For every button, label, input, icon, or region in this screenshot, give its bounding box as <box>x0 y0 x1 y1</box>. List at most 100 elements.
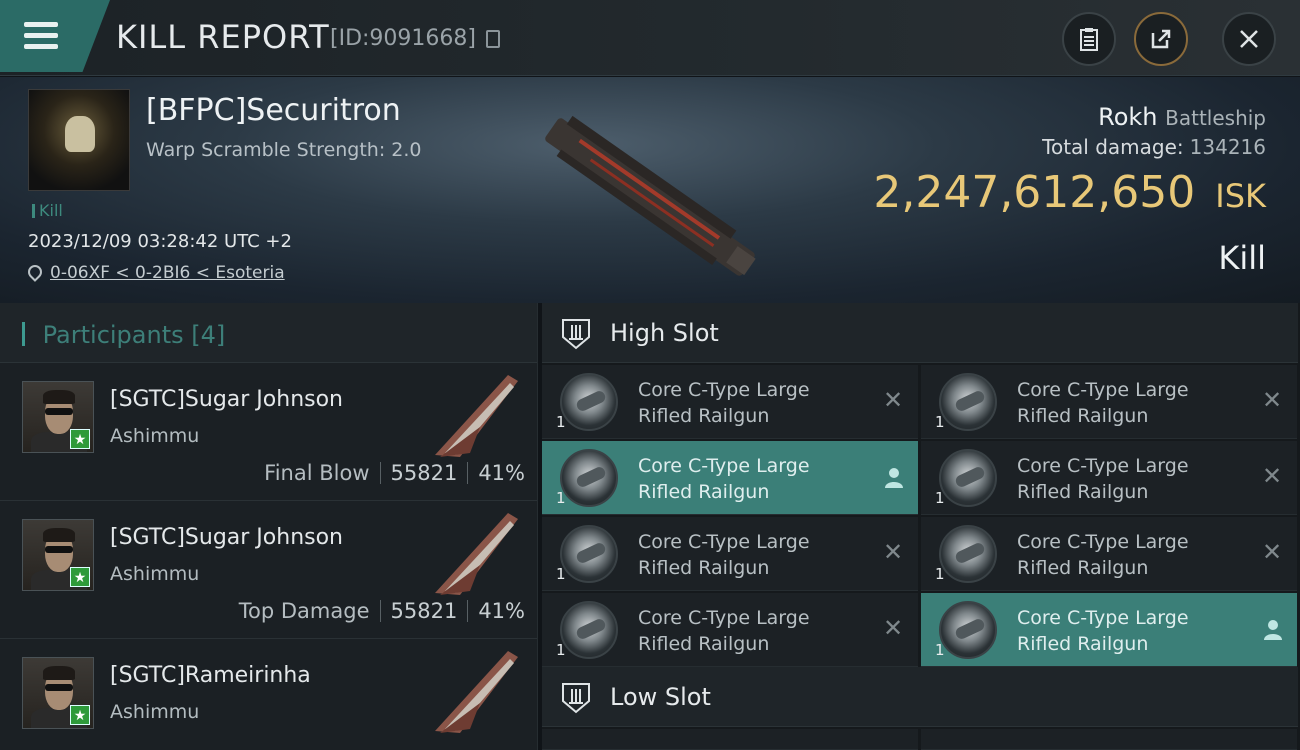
share-button[interactable] <box>1134 12 1188 66</box>
module-item[interactable]: 1 Core C-Type Large Rifled Railgun <box>542 441 918 515</box>
avatar-hair <box>43 390 75 404</box>
kill-location[interactable]: 0-06XF < 0-2BI6 < Esoteria <box>25 262 285 283</box>
location-link[interactable]: 0-06XF < 0-2BI6 < Esoteria <box>50 263 285 283</box>
avatar-glasses <box>45 408 73 415</box>
participant-row[interactable]: ★ [SGTC]Rameirinha Ashimmu <box>0 639 537 750</box>
low-slot-header: Low Slot <box>542 667 1298 727</box>
ship-name: Rokh <box>1098 103 1158 131</box>
participant-row[interactable]: ★ [SGTC]Sugar Johnson Ashimmu Final Blow… <box>0 363 537 501</box>
module-quantity: 1 <box>556 565 566 583</box>
close-button[interactable] <box>1222 12 1276 66</box>
victim-panel: [BFPC]Securitron Warp Scramble Strength:… <box>0 77 1300 303</box>
high-slot-label: High Slot <box>610 319 719 347</box>
portrait-visor <box>65 116 95 152</box>
destroyed-icon: ✕ <box>1261 462 1283 490</box>
page-title: KILL REPORT <box>116 18 330 56</box>
high-slot-icon <box>562 319 590 350</box>
participant-damage: 55821 <box>390 461 458 485</box>
module-quantity: 1 <box>556 489 566 507</box>
low-slot-label: Low Slot <box>610 683 711 711</box>
module-name-line-2: Rifled Railgun <box>1017 633 1149 655</box>
participant-ship-image[interactable] <box>420 367 530 463</box>
module-name: Core C-Type Large Rifled Railgun <box>638 529 868 581</box>
participant-ship-image[interactable] <box>420 643 530 739</box>
isk-amount: 2,247,612,650 <box>873 167 1196 218</box>
participants-panel: Participants [4] ★ [SGTC]Sugar Johnson A… <box>0 303 538 750</box>
victim-portrait[interactable] <box>28 89 130 191</box>
module-item[interactable]: 1 Core C-Type Large Rifled Railgun ✕ <box>921 365 1297 439</box>
menu-button[interactable] <box>0 0 110 72</box>
module-item[interactable]: 1 Core C-Type Large Rifled Railgun ✕ <box>921 517 1297 591</box>
participant-percent: 41% <box>478 599 525 623</box>
participant-ship: Ashimmu <box>110 563 200 585</box>
railgun-icon <box>560 449 618 507</box>
module-item[interactable]: 1 Core C-Type Large Rifled Railgun ✕ <box>542 365 918 439</box>
participant-stats: Top Damage 55821 41% <box>239 599 525 623</box>
module-item[interactable]: 1 Core C-Type Large Rifled Railgun ✕ <box>921 441 1297 515</box>
total-damage-label: Total damage: <box>1042 135 1184 159</box>
stats-divider <box>467 462 469 484</box>
participant-percent: 41% <box>478 461 525 485</box>
module-item-partial[interactable] <box>542 729 918 750</box>
railgun-icon <box>560 373 618 431</box>
railgun-icon <box>939 525 997 583</box>
destroyed-icon: ✕ <box>1261 386 1283 414</box>
hamburger-icon <box>24 22 58 27</box>
destroyed-icon: ✕ <box>882 386 904 414</box>
star-icon: ★ <box>70 429 90 449</box>
kill-timestamp: 2023/12/09 03:28:42 UTC +2 <box>28 231 292 252</box>
participant-row[interactable]: ★ [SGTC]Sugar Johnson Ashimmu Top Damage… <box>0 501 537 639</box>
victim-name[interactable]: [BFPC]Securitron <box>146 93 401 128</box>
module-name-line-2: Rifled Railgun <box>1017 557 1149 579</box>
hamburger-icon-line <box>24 33 58 38</box>
victim-ship-image[interactable] <box>520 97 780 297</box>
module-name-line-2: Rifled Railgun <box>638 633 770 655</box>
module-name-line-2: Rifled Railgun <box>1017 481 1149 503</box>
module-item[interactable]: 1 Core C-Type Large Rifled Railgun <box>921 593 1297 667</box>
star-icon: ★ <box>70 705 90 725</box>
module-quantity: 1 <box>935 565 945 583</box>
location-pin-icon <box>25 262 45 282</box>
dropped-person-icon <box>1264 620 1282 640</box>
participant-stats: Final Blow 55821 41% <box>264 461 525 485</box>
fitting-panel: High Slot 1 Core C-Type Large Rifled Rail… <box>542 303 1300 750</box>
participant-ship-image[interactable] <box>420 505 530 601</box>
module-name-line-2: Rifled Railgun <box>1017 405 1149 427</box>
module-name-line-1: Core C-Type Large <box>638 379 810 401</box>
victim-ship[interactable]: Rokh Battleship <box>1098 103 1266 131</box>
module-name-line-2: Rifled Railgun <box>638 557 770 579</box>
participant-name[interactable]: [SGTC]Rameirinha <box>110 663 311 688</box>
participant-damage: 55821 <box>390 599 458 623</box>
header-bar: KILL REPORT [ID:9091668] <box>0 0 1300 76</box>
module-item[interactable]: 1 Core C-Type Large Rifled Railgun ✕ <box>542 517 918 591</box>
module-name-line-1: Core C-Type Large <box>1017 531 1189 553</box>
copy-icon[interactable] <box>486 30 500 48</box>
module-name-line-1: Core C-Type Large <box>638 531 810 553</box>
module-name: Core C-Type Large Rifled Railgun <box>1017 605 1247 657</box>
participant-name[interactable]: [SGTC]Sugar Johnson <box>110 525 343 550</box>
module-name-line-2: Rifled Railgun <box>638 481 770 503</box>
stats-divider <box>379 462 381 484</box>
participant-role: Top Damage <box>238 599 370 623</box>
module-quantity: 1 <box>556 641 566 659</box>
railgun-icon <box>939 449 997 507</box>
clipboard-button[interactable] <box>1062 12 1116 66</box>
low-slot-icon <box>562 683 590 714</box>
participant-ship: Ashimmu <box>110 425 200 447</box>
hamburger-icon-line <box>24 44 58 49</box>
participants-header: Participants [4] <box>0 303 537 363</box>
module-name: Core C-Type Large Rifled Railgun <box>1017 453 1247 505</box>
module-quantity: 1 <box>935 413 945 431</box>
module-name-line-1: Core C-Type Large <box>1017 455 1189 477</box>
module-item-partial[interactable] <box>921 729 1297 750</box>
participant-role: Final Blow <box>264 461 370 485</box>
destroyed-icon: ✕ <box>1261 538 1283 566</box>
avatar-hair <box>43 666 75 680</box>
destroyed-icon: ✕ <box>882 614 904 642</box>
share-icon <box>1151 29 1171 49</box>
participant-name[interactable]: [SGTC]Sugar Johnson <box>110 387 343 412</box>
module-item[interactable]: 1 Core C-Type Large Rifled Railgun ✕ <box>542 593 918 667</box>
railgun-icon <box>939 601 997 659</box>
participants-label: Participants <box>42 321 184 349</box>
railgun-icon <box>939 373 997 431</box>
